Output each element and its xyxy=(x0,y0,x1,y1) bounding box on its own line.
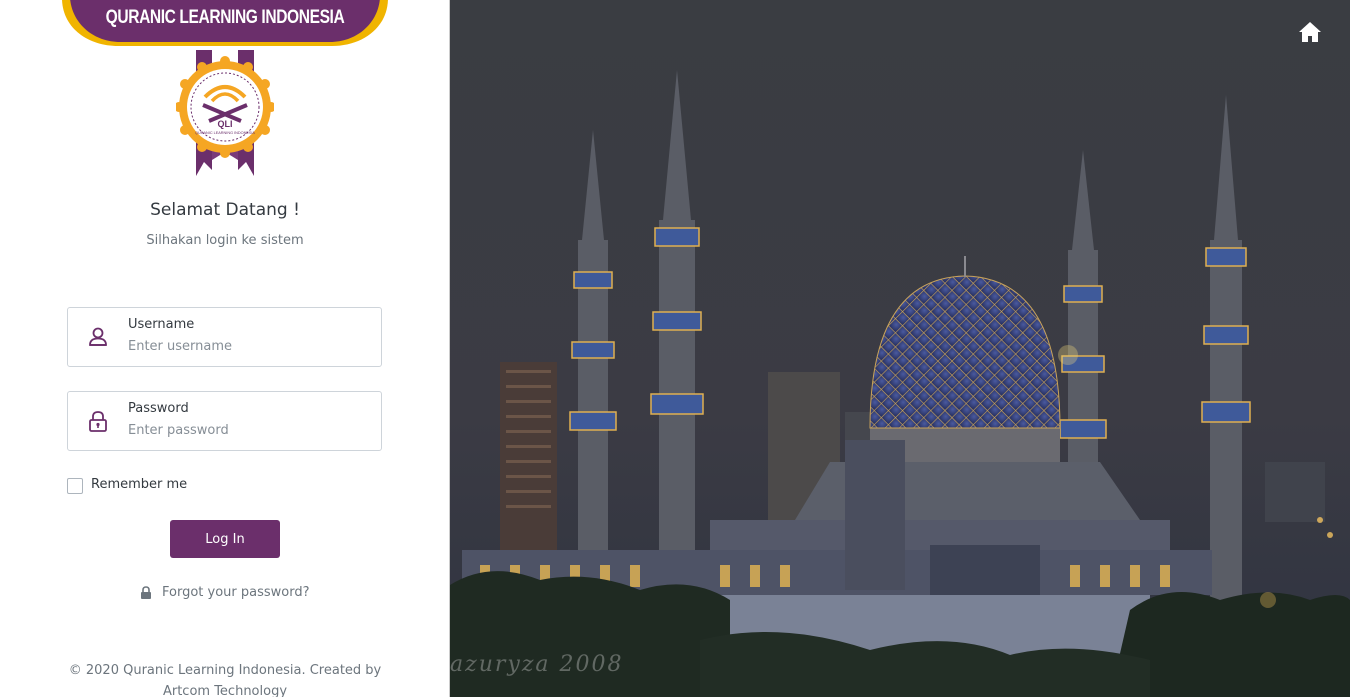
login-panel: QURANIC LEARNING INDONESIA QLI QURANIC L… xyxy=(0,0,450,697)
brand-banner: QURANIC LEARNING INDONESIA xyxy=(62,0,388,48)
username-label: Username xyxy=(128,317,195,332)
remember-checkbox[interactable] xyxy=(67,478,83,494)
background-image: azuryza 2008 xyxy=(450,0,1350,697)
username-input[interactable] xyxy=(128,339,358,354)
forgot-password-text[interactable]: Forgot your password? xyxy=(162,585,310,600)
welcome-subtitle: Silhakan login ke sistem xyxy=(146,233,304,248)
qli-logo: QLI QURANIC LEARNING INDONESIA xyxy=(174,50,276,178)
remember-label[interactable]: Remember me xyxy=(91,477,187,492)
brand-name: QURANIC LEARNING INDONESIA xyxy=(105,7,345,28)
lock-icon xyxy=(141,586,151,599)
mosque-night-scene xyxy=(450,0,1350,697)
lock-icon xyxy=(89,411,107,432)
svg-text:QLI: QLI xyxy=(218,119,233,129)
password-label: Password xyxy=(128,401,189,416)
password-input[interactable] xyxy=(128,423,358,438)
password-field[interactable]: Password xyxy=(67,391,382,451)
welcome-title: Selamat Datang ! xyxy=(150,200,300,220)
user-icon xyxy=(89,327,107,346)
username-field[interactable]: Username xyxy=(67,307,382,367)
login-button[interactable]: Log In xyxy=(170,520,280,558)
home-icon[interactable] xyxy=(1298,21,1322,43)
footer-copyright: © 2020 Quranic Learning Indonesia. Creat… xyxy=(68,663,382,697)
svg-text:QURANIC LEARNING INDONESIA: QURANIC LEARNING INDONESIA xyxy=(195,131,255,135)
photo-watermark: azuryza 2008 xyxy=(450,652,624,677)
